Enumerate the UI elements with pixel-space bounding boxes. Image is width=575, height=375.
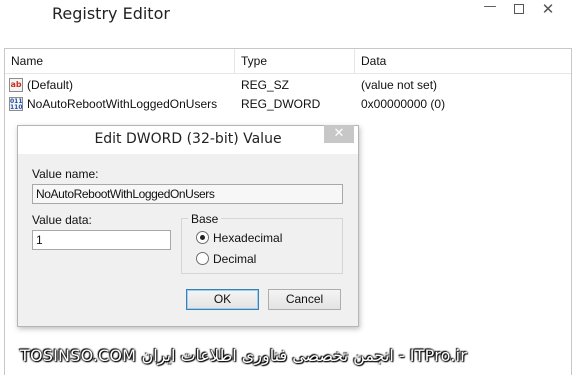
ok-button[interactable]: OK <box>186 289 259 310</box>
edit-dword-dialog: Edit DWORD (32-bit) Value ✕ Value name: … <box>17 125 359 327</box>
column-header-name[interactable]: Name <box>5 49 235 74</box>
minimize-button[interactable]: — <box>482 0 498 14</box>
hexadecimal-label: Hexadecimal <box>213 231 283 245</box>
value-type-cell: REG_SZ <box>241 78 290 92</box>
cancel-button[interactable]: Cancel <box>268 289 341 310</box>
decimal-label: Decimal <box>213 252 257 266</box>
radio-unchecked-icon[interactable] <box>196 252 209 265</box>
binary-value-icon: 011 110 <box>9 97 23 111</box>
window-title: Registry Editor <box>52 4 170 23</box>
base-label: Base <box>188 212 222 226</box>
close-button[interactable]: ✕ <box>540 2 556 17</box>
string-value-icon: ab <box>9 78 23 92</box>
maximize-button[interactable] <box>510 2 526 16</box>
radio-checked-icon[interactable] <box>196 231 209 244</box>
value-data-label: Value data: <box>32 213 92 227</box>
registry-editor-titlebar: Registry Editor — ✕ <box>0 0 575 44</box>
value-type-cell: REG_DWORD <box>241 97 321 111</box>
dialog-title: Edit DWORD (32-bit) Value <box>94 131 282 147</box>
dialog-titlebar[interactable]: Edit DWORD (32-bit) Value ✕ <box>18 125 358 154</box>
value-data-cell: (value not set) <box>361 78 438 92</box>
value-name-label: Value name: <box>32 167 99 181</box>
value-name-cell: NoAutoRebootWithLoggedOnUsers <box>27 97 218 111</box>
column-header-type[interactable]: Type <box>235 49 355 74</box>
registry-value-row[interactable]: 011 110 NoAutoRebootWithLoggedOnUsers RE… <box>5 94 571 114</box>
watermark-text: TOSINSO.COM انجمن تخصصی فناوری اطلاعات ا… <box>20 346 468 365</box>
registry-value-row[interactable]: ab (Default) REG_SZ (value not set) <box>5 75 571 95</box>
value-name-field[interactable]: NoAutoRebootWithLoggedOnUsers <box>32 184 343 204</box>
dialog-close-button[interactable]: ✕ <box>324 125 354 143</box>
value-data-cell: 0x00000000 (0) <box>361 97 446 111</box>
column-headers: Name Type Data <box>5 49 571 74</box>
value-data-input[interactable]: 1 <box>32 230 171 250</box>
column-header-data[interactable]: Data <box>355 49 573 74</box>
value-name-cell: (Default) <box>27 78 74 92</box>
base-group <box>181 218 343 274</box>
